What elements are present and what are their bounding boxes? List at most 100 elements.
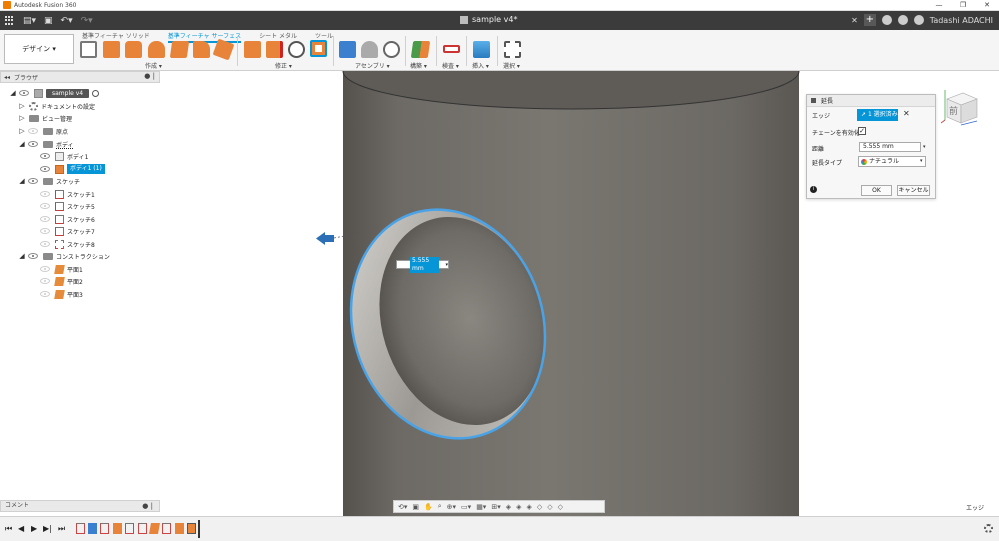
edge-selection-button[interactable]: ➚ 1 選択済み	[857, 109, 898, 121]
selection-filter-icon-2[interactable]: ◈	[516, 503, 521, 511]
timeline-feature-plane[interactable]	[149, 523, 160, 534]
expand-triangle-icon[interactable]: ▷	[18, 127, 26, 135]
visibility-eye-icon[interactable]	[40, 266, 50, 272]
tree-item-doc-settings[interactable]: ▷ ドキュメントの設定	[18, 100, 95, 112]
sweep-icon[interactable]	[148, 41, 165, 58]
expand-triangle-icon[interactable]: ▷	[18, 102, 26, 110]
tree-item-plane3[interactable]: 平面3	[38, 288, 83, 300]
display-settings-icon[interactable]: ▭▾	[461, 503, 471, 511]
selection-filter-icon-1[interactable]: ◈	[506, 503, 511, 511]
tree-item-sketch6[interactable]: スケッチ6	[38, 213, 95, 225]
visibility-eye-icon[interactable]	[40, 191, 50, 197]
visibility-eye-icon[interactable]	[28, 178, 38, 184]
look-at-icon[interactable]: ▣	[412, 503, 419, 511]
timeline-marker[interactable]	[198, 520, 200, 538]
collapse-triangle-icon[interactable]: ◢	[18, 252, 26, 260]
new-tab-button[interactable]: +	[863, 14, 876, 26]
distance-input-value[interactable]: 5.555 mm	[410, 256, 440, 273]
maximize-button[interactable]: ❐	[951, 0, 975, 11]
create-menu[interactable]: 作成 ▾	[145, 61, 162, 70]
tree-item-sketches[interactable]: ◢ スケッチ	[18, 175, 80, 187]
visibility-eye-icon[interactable]	[40, 153, 50, 159]
workspace-switcher-button[interactable]: デザイン ▾	[4, 34, 74, 64]
timeline-feature-cut[interactable]	[113, 523, 122, 534]
tree-item-views[interactable]: ▷ ビュー管理	[18, 112, 72, 124]
selection-filter-icon-5[interactable]: ◇	[547, 503, 552, 511]
tree-item-sketch7[interactable]: スケッチ7	[38, 225, 95, 237]
step-back-icon[interactable]: ◀	[18, 524, 24, 533]
visibility-eye-icon[interactable]	[40, 241, 50, 247]
browser-header[interactable]: ◂◂ ブラウザ ● |	[0, 71, 160, 83]
close-tab-icon[interactable]: ✕	[851, 16, 858, 25]
distance-dropdown-arrow-icon[interactable]: ▾	[923, 144, 926, 150]
browser-options-icon[interactable]: ● |	[144, 72, 155, 80]
selection-filter-icon-3[interactable]: ◈	[527, 503, 532, 511]
pan-hand-icon[interactable]: ✋	[424, 503, 433, 511]
select-menu[interactable]: 選択 ▾	[503, 61, 520, 70]
job-status-icon[interactable]	[881, 15, 892, 25]
visibility-eye-icon[interactable]	[40, 291, 50, 297]
collapse-triangle-icon[interactable]: ◢	[18, 140, 26, 148]
extend-icon[interactable]	[310, 40, 327, 57]
dialog-collapse-icon[interactable]	[811, 98, 816, 103]
viewcube[interactable]: 前	[941, 87, 981, 127]
redo-icon[interactable]: ↷▾	[81, 16, 93, 26]
minimize-button[interactable]: —	[927, 0, 951, 11]
ok-button[interactable]: OK	[861, 185, 892, 196]
info-icon[interactable]: i	[810, 186, 817, 193]
grid-settings-icon[interactable]: ▦▾	[476, 503, 486, 511]
visibility-eye-icon[interactable]	[40, 166, 50, 172]
user-name[interactable]: Tadashi ADACHI	[930, 16, 993, 25]
fit-icon[interactable]: ⊕▾	[447, 503, 456, 511]
extend-type-dropdown-arrow-icon[interactable]: ▾	[920, 158, 923, 164]
comments-panel[interactable]: コメント ● |	[0, 500, 160, 512]
press-pull-icon[interactable]	[244, 41, 261, 58]
revolve-icon[interactable]	[125, 41, 142, 58]
data-panel-grid-icon[interactable]	[5, 15, 15, 26]
selection-filter-icon-4[interactable]: ◇	[537, 503, 542, 511]
inspect-menu[interactable]: 検査 ▾	[442, 61, 459, 70]
tree-item-plane1[interactable]: 平面1	[38, 263, 83, 275]
trim-scissors-icon[interactable]	[288, 41, 305, 58]
go-to-start-icon[interactable]: ⏮	[5, 524, 12, 534]
dialog-header[interactable]: 延長	[807, 95, 935, 107]
visibility-eye-icon[interactable]	[40, 216, 50, 222]
notifications-icon[interactable]	[897, 15, 908, 25]
comments-add-icon[interactable]: ● |	[142, 501, 153, 511]
tree-item-body1-copy[interactable]: ボディ1 (1)	[38, 163, 105, 175]
visibility-eye-icon[interactable]	[28, 253, 38, 259]
help-icon[interactable]	[913, 15, 924, 25]
visibility-eye-icon[interactable]	[28, 128, 38, 134]
zoom-icon[interactable]: ⌕	[438, 502, 442, 511]
extend-type-select[interactable]: ナチュラル	[858, 156, 926, 167]
close-window-button[interactable]: ✕	[975, 0, 999, 11]
patch-icon[interactable]	[193, 41, 210, 58]
visibility-eye-icon[interactable]	[40, 228, 50, 234]
document-tab[interactable]: sample v4*	[460, 15, 517, 24]
create-sketch-icon[interactable]	[80, 41, 97, 58]
insert-image-icon[interactable]	[473, 41, 490, 58]
tree-item-sketch8[interactable]: スケッチ8	[38, 238, 95, 250]
timeline-feature-sketch[interactable]	[125, 523, 134, 534]
select-box-icon[interactable]	[504, 41, 521, 58]
expand-triangle-icon[interactable]: ▷	[18, 114, 26, 122]
visibility-eye-icon[interactable]	[19, 90, 29, 96]
joint-icon[interactable]	[361, 41, 378, 58]
modify-menu[interactable]: 修正 ▾	[275, 61, 292, 70]
construct-plane-icon[interactable]	[410, 41, 431, 58]
tree-root[interactable]: ◢ sample v4	[9, 87, 100, 99]
timeline-feature-sketch[interactable]	[100, 523, 109, 534]
new-component-icon[interactable]	[339, 41, 356, 58]
loft-icon[interactable]	[169, 41, 190, 58]
timeline-feature-sketch[interactable]	[162, 523, 171, 534]
dropdown-arrow-icon[interactable]: ▾	[445, 262, 448, 268]
collapse-triangle-icon[interactable]: ◢	[18, 177, 26, 185]
timeline-feature-sketch[interactable]	[76, 523, 85, 534]
timeline-feature-patch[interactable]	[175, 523, 184, 534]
activate-radio-icon[interactable]	[92, 89, 100, 97]
cancel-button[interactable]: キャンセル	[897, 185, 930, 196]
insert-menu[interactable]: 挿入 ▾	[472, 61, 489, 70]
timeline-settings-gear-icon[interactable]	[984, 524, 993, 533]
viewports-icon[interactable]: ⊞▾	[491, 503, 500, 511]
clear-selection-icon[interactable]: ✕	[903, 109, 910, 118]
